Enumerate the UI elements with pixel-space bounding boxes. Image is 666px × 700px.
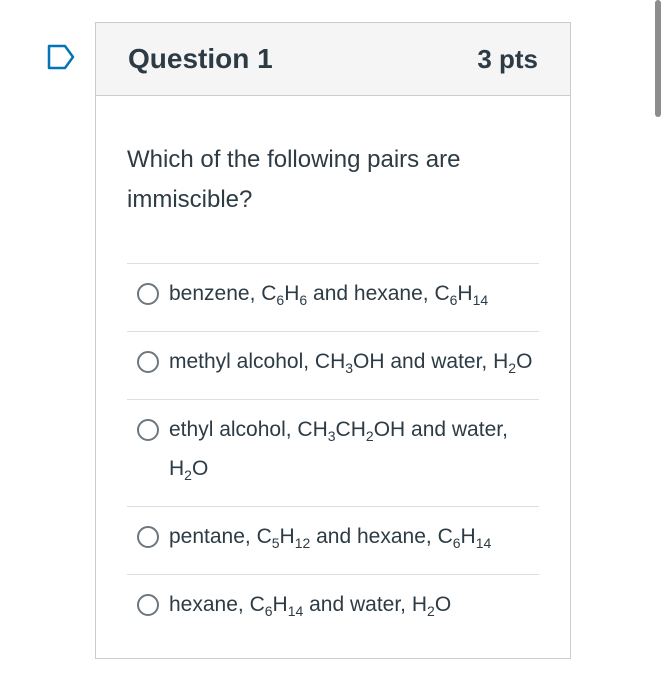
answer-label: hexane, C6H14 and water, H2O	[169, 589, 451, 627]
scrollbar-thumb[interactable]	[655, 0, 661, 117]
answer-option[interactable]: pentane, C5H12 and hexane, C6H14	[127, 507, 539, 575]
answer-label: ethyl alcohol, CH3CH2OH and water, H2O	[169, 414, 539, 490]
answer-text-part: H	[457, 282, 473, 305]
answer-text-part: and hexane, C	[307, 282, 450, 305]
answer-label: pentane, C5H12 and hexane, C6H14	[169, 521, 491, 559]
answer-text-part: O	[434, 592, 452, 616]
answer-option[interactable]: hexane, C6H14 and water, H2O	[127, 575, 539, 642]
answer-text-part: and hexane, C	[310, 524, 453, 548]
subscript: 6	[264, 603, 273, 620]
answer-text-part: O	[516, 350, 533, 374]
radio-button[interactable]	[137, 351, 159, 374]
subscript: 6	[452, 534, 461, 551]
answer-text-part: H	[279, 524, 295, 548]
answer-option[interactable]: ethyl alcohol, CH3CH2OH and water, H2O	[127, 400, 539, 507]
answer-text-part: H	[284, 282, 300, 305]
answer-text-part: methyl alcohol, CH	[169, 350, 346, 374]
answer-option[interactable]: benzene, C6H6 and hexane, C6H14	[127, 264, 539, 333]
answer-text-part: OH and water, H	[353, 350, 509, 374]
subscript: 2	[427, 603, 435, 620]
question-card: Question 1 3 pts Which of the following …	[95, 22, 571, 659]
radio-button[interactable]	[137, 593, 159, 616]
subscript: 2	[508, 360, 517, 377]
answer-option[interactable]: methyl alcohol, CH3OH and water, H2O	[127, 332, 539, 401]
subscript: 3	[345, 360, 354, 377]
answer-text-part: H	[272, 592, 288, 616]
question-points: 3 pts	[477, 43, 538, 74]
answer-text-part: CH	[335, 418, 366, 442]
question-text: Which of the following pairs are immisci…	[127, 146, 461, 213]
answer-label: methyl alcohol, CH3OH and water, H2O	[169, 346, 532, 384]
subscript: 2	[365, 428, 374, 445]
answer-text-part: O	[191, 456, 209, 480]
subscript: 14	[287, 603, 304, 620]
answer-label: benzene, C6H6 and hexane, C6H14	[169, 278, 488, 316]
answer-text-part: H	[460, 524, 476, 548]
subscript: 14	[472, 292, 489, 309]
radio-button[interactable]	[137, 525, 159, 548]
subscript: 12	[294, 534, 311, 551]
answer-list: benzene, C6H6 and hexane, C6H14 methyl al…	[127, 263, 539, 642]
answer-text-part: and water, H	[303, 592, 428, 616]
radio-button[interactable]	[137, 419, 159, 442]
bookmark-flag-icon[interactable]	[47, 44, 75, 70]
question-title: Question 1	[128, 43, 273, 74]
subscript: 5	[271, 534, 280, 551]
question-body: Which of the following pairs are immisci…	[96, 96, 570, 642]
answer-text-part: pentane, C	[169, 524, 272, 548]
answer-text-part: benzene, C	[169, 282, 277, 305]
answer-text-part: ethyl alcohol, CH	[169, 418, 328, 442]
question-header: Question 1 3 pts	[96, 23, 570, 96]
answer-text-part: hexane, C	[169, 592, 265, 616]
subscript: 14	[475, 534, 492, 551]
subscript: 2	[184, 466, 192, 483]
radio-button[interactable]	[137, 283, 159, 305]
subscript: 3	[327, 428, 336, 445]
